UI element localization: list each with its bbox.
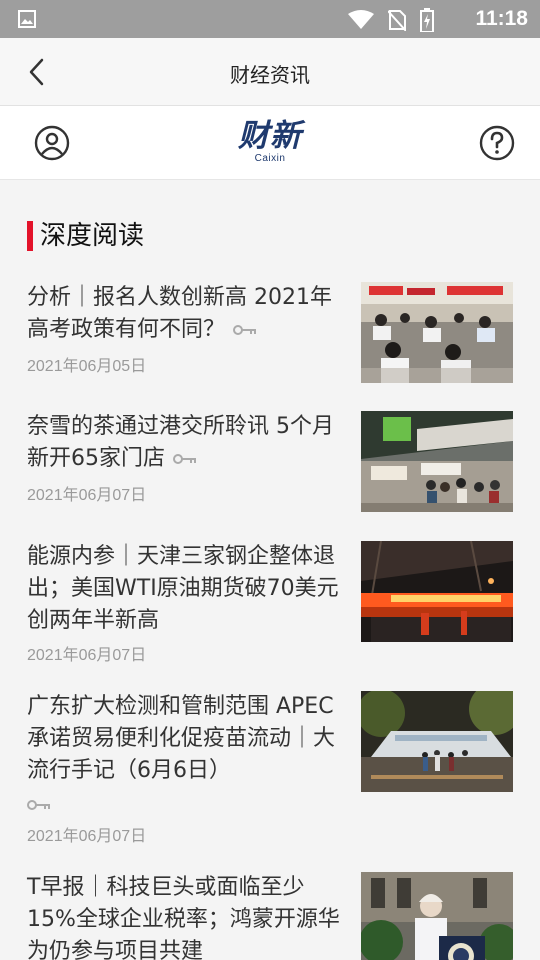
- help-icon[interactable]: [479, 125, 515, 161]
- article-item[interactable]: 广东扩大检测和管制范围 APEC承诺贸易便利化促疫苗流动｜大流行手记（6月6日）…: [27, 691, 513, 846]
- gallery-icon: [18, 10, 36, 28]
- page-title: 财经资讯: [230, 63, 310, 87]
- article-headline: 能源内参｜天津三家钢企整体退出；美国WTI原油期货破70美元 创两年半新高: [27, 544, 339, 633]
- battery-charging-icon: [420, 8, 434, 32]
- status-bar: 11:18: [0, 0, 540, 38]
- article-headline: T早报｜科技巨头或面临至少15%全球企业税率；鸿蒙开源华为仍参与项目共建: [27, 875, 340, 960]
- section-marker: [27, 221, 33, 251]
- article-headline-text: 分析｜报名人数创新高 2021年高考政策有何不同？: [27, 285, 332, 342]
- brand-bar: 财新 Caixin: [0, 106, 540, 180]
- article-item[interactable]: 能源内参｜天津三家钢企整体退出；美国WTI原油期货破70美元 创两年半新高 20…: [27, 541, 513, 666]
- article-date: 2021年06月07日: [27, 647, 147, 664]
- article-headline: 广东扩大检测和管制范围 APEC承诺贸易便利化促疫苗流动｜大流行手记（6月6日）: [27, 691, 345, 811]
- article-thumbnail: [361, 411, 513, 512]
- article-date: 2021年06月05日: [27, 358, 147, 375]
- article-thumbnail: [361, 691, 513, 792]
- article-headline-text: 广东扩大检测和管制范围 APEC承诺贸易便利化促疫苗流动｜大流行手记（6月6日）: [27, 694, 336, 783]
- logo-en: Caixin: [254, 153, 286, 164]
- article-thumbnail: [361, 872, 513, 960]
- article-headline: 奈雪的茶通过港交所聆讯 5个月新开65家门店: [27, 411, 345, 475]
- title-bar: 财经资讯: [0, 38, 540, 106]
- key-icon: [233, 325, 257, 335]
- section-title: 深度阅读: [40, 221, 145, 251]
- article-thumbnail: [361, 541, 513, 642]
- logo-cn: 财新: [238, 118, 302, 154]
- wifi-icon: [348, 10, 374, 29]
- user-icon[interactable]: [34, 125, 70, 161]
- article-item[interactable]: T早报｜科技巨头或面临至少15%全球企业税率；鸿蒙开源华为仍参与项目共建: [27, 872, 513, 960]
- article-date: 2021年06月07日: [27, 487, 147, 504]
- key-icon: [27, 800, 50, 810]
- no-sim-icon: [388, 10, 406, 31]
- article-date: 2021年06月07日: [27, 828, 147, 845]
- article-item[interactable]: 奈雪的茶通过港交所聆讯 5个月新开65家门店 2021年06月07日: [27, 411, 513, 516]
- clock: 11:18: [475, 7, 528, 30]
- article-item[interactable]: 分析｜报名人数创新高 2021年高考政策有何不同？ 2021年06月05日: [27, 282, 513, 387]
- article-thumbnail: [361, 282, 513, 383]
- article-headline: 分析｜报名人数创新高 2021年高考政策有何不同？: [27, 282, 345, 346]
- caixin-logo: 财新 Caixin: [230, 118, 310, 164]
- key-icon: [173, 454, 196, 464]
